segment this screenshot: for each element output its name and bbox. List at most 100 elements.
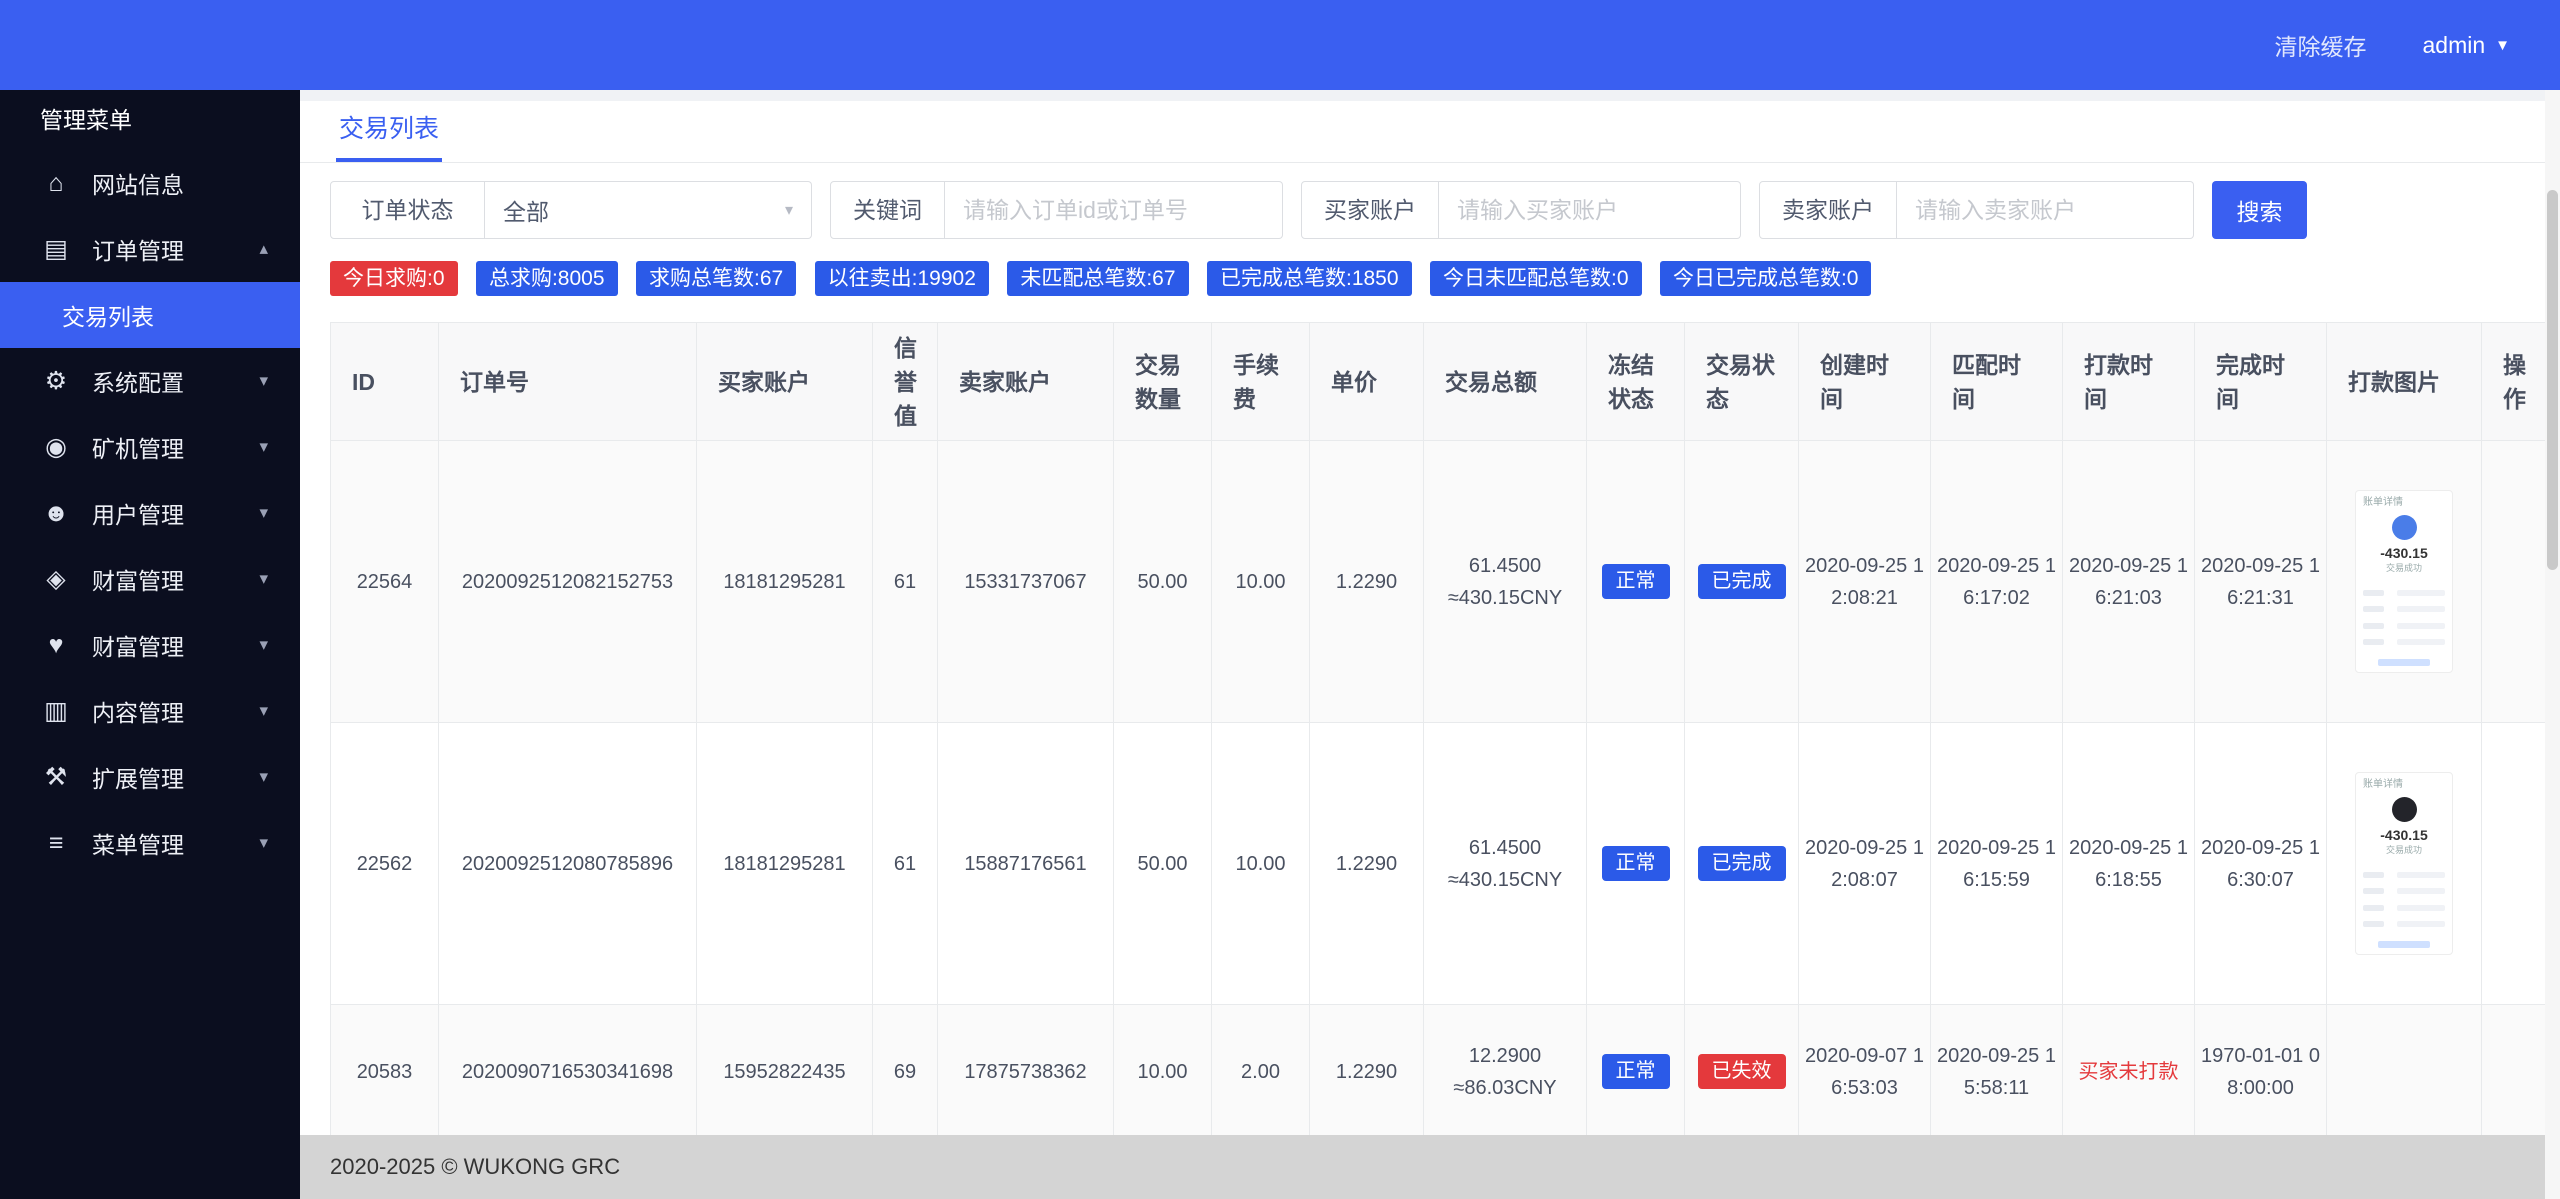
cell-paid: 2020-09-25 16:21:03 <box>2063 441 2195 723</box>
search-button[interactable]: 搜索 <box>2212 181 2307 239</box>
sidebar-item-extension-management[interactable]: ⚒ 扩展管理 ▾ <box>0 744 300 810</box>
chevron-down-icon: ▾ <box>785 200 793 220</box>
cell-qty: 10.00 <box>1114 1005 1212 1136</box>
table-header-row: ID 订单号 买家账户 信誉值 卖家账户 交易数量 手续费 单价 交易总额 冻结… <box>331 323 2547 441</box>
filter-row: 订单状态 全部 ▾ 关键词 买家账户 卖家账户 搜索 <box>300 163 2560 255</box>
receipt-link-line <box>2378 941 2430 948</box>
chevron-down-icon: ▾ <box>259 437 268 457</box>
gear-icon: ⚙ <box>40 366 72 396</box>
payment-receipt-thumbnail[interactable]: 账单详情 -430.15 交易成功 <box>2355 772 2453 955</box>
cell-freeze-status: 正常 <box>1587 441 1685 723</box>
buyer-input[interactable] <box>1439 181 1741 239</box>
sidebar-item-menu-management[interactable]: ≡ 菜单管理 ▾ <box>0 810 300 876</box>
receipt-title: 账单详情 <box>2363 778 2403 792</box>
sidebar-item-miner-management[interactable]: ◉ 矿机管理 ▾ <box>0 414 300 480</box>
tab-transaction-list[interactable]: 交易列表 <box>336 109 442 162</box>
cell-credit: 61 <box>873 441 938 723</box>
sidebar-item-website-info[interactable]: ⌂ 网站信息 <box>0 150 300 216</box>
chevron-down-icon: ▾ <box>259 371 268 391</box>
receipt-detail-lines <box>2363 580 2445 655</box>
cell-total: 12.2900 ≈86.03CNY <box>1424 1005 1587 1136</box>
order-status-value: 全部 <box>503 193 549 227</box>
sidebar-item-order-management[interactable]: ▤ 订单管理 ▴ <box>0 216 300 282</box>
cell-qty: 50.00 <box>1114 441 1212 723</box>
sidebar-item-user-management[interactable]: ☻ 用户管理 ▾ <box>0 480 300 546</box>
keyword-filter: 关键词 <box>830 181 1283 239</box>
status-badge: 已失效 <box>1698 1054 1786 1089</box>
clear-cache-button[interactable]: 清除缓存 <box>2274 28 2366 62</box>
table-row: 22562 2020092512080785896 18181295281 61… <box>331 723 2547 1005</box>
status-badge: 正常 <box>1602 1054 1670 1089</box>
stat-badge: 以往卖出:19902 <box>815 261 989 296</box>
keyword-input[interactable] <box>945 181 1283 239</box>
sidebar-item-transaction-list[interactable]: 交易列表 <box>0 282 300 348</box>
cell-fee: 10.00 <box>1212 723 1310 1005</box>
col-header-fee: 手续费 <box>1212 323 1310 441</box>
col-header-freeze-status: 冻结状态 <box>1587 323 1685 441</box>
seller-input[interactable] <box>1897 181 2194 239</box>
cell-price: 1.2290 <box>1310 1005 1424 1136</box>
user-menu[interactable]: admin ▼ <box>2422 32 2510 59</box>
sidebar-item-wealth-management-1[interactable]: ◈ 财富管理 ▾ <box>0 546 300 612</box>
chevron-down-icon: ▾ <box>259 503 268 523</box>
stat-badge: 今日求购:0 <box>330 261 458 296</box>
sidebar-item-system-config[interactable]: ⚙ 系统配置 ▾ <box>0 348 300 414</box>
chevron-down-icon: ▾ <box>259 833 268 853</box>
stat-badge: 总求购:8005 <box>476 261 618 296</box>
cell-matched: 2020-09-25 16:17:02 <box>1931 441 2063 723</box>
seller-filter: 卖家账户 <box>1759 181 2194 239</box>
cell-seller: 17875738362 <box>938 1005 1114 1136</box>
cell-actions <box>2482 441 2547 723</box>
cell-id: 20583 <box>331 1005 439 1136</box>
sidebar-item-wealth-management-2[interactable]: ♥ 财富管理 ▾ <box>0 612 300 678</box>
cell-buyer: 18181295281 <box>697 723 873 1005</box>
cell-credit: 61 <box>873 723 938 1005</box>
wrench-icon: ⚒ <box>40 762 72 792</box>
cell-buyer: 18181295281 <box>697 441 873 723</box>
content-card: 交易列表 订单状态 全部 ▾ 关键词 买家账户 卖家账户 <box>300 101 2560 1135</box>
miner-icon: ◉ <box>40 432 72 462</box>
header-gap <box>300 90 2560 101</box>
cell-paid: 2020-09-25 16:18:55 <box>2063 723 2195 1005</box>
col-header-actions: 操作 <box>2482 323 2547 441</box>
col-header-trade-status: 交易状态 <box>1685 323 1799 441</box>
col-header-finished: 完成时间 <box>2195 323 2327 441</box>
topbar: 清除缓存 admin ▼ <box>0 0 2560 90</box>
col-header-id: ID <box>331 323 439 441</box>
stat-badge: 今日未匹配总笔数:0 <box>1430 261 1642 296</box>
receipt-amount: -430.15 <box>2380 826 2427 844</box>
status-badge: 正常 <box>1602 846 1670 881</box>
receipt-status: 交易成功 <box>2386 844 2422 857</box>
col-header-buyer: 买家账户 <box>697 323 873 441</box>
col-header-total: 交易总额 <box>1424 323 1587 441</box>
status-badge: 已完成 <box>1698 564 1786 599</box>
cell-total: 61.4500 ≈430.15CNY <box>1424 441 1587 723</box>
orders-icon: ▤ <box>40 234 72 264</box>
chevron-up-icon: ▴ <box>259 239 268 259</box>
cell-seller: 15887176561 <box>938 723 1114 1005</box>
cell-qty: 50.00 <box>1114 723 1212 1005</box>
buyer-filter: 买家账户 <box>1301 181 1741 239</box>
cell-actions <box>2482 1005 2547 1136</box>
sidebar: 管理菜单 ⌂ 网站信息 ▤ 订单管理 ▴ 交易列表 ⚙ 系统配置 ▾ ◉ 矿机管… <box>0 90 300 1199</box>
stat-badge: 今日已完成总笔数:0 <box>1660 261 1872 296</box>
payment-receipt-thumbnail[interactable]: 账单详情 -430.15 交易成功 <box>2355 490 2453 673</box>
cell-total: 61.4500 ≈430.15CNY <box>1424 723 1587 1005</box>
heart-icon: ♥ <box>40 631 72 660</box>
tabs-row: 交易列表 <box>300 101 2560 163</box>
receipt-status: 交易成功 <box>2386 562 2422 575</box>
scrollbar-track[interactable] <box>2545 90 2560 1199</box>
scrollbar-thumb[interactable] <box>2547 190 2558 570</box>
chevron-down-icon: ▾ <box>259 701 268 721</box>
order-status-select[interactable]: 全部 ▾ <box>485 181 812 239</box>
cell-freeze-status: 正常 <box>1587 723 1685 1005</box>
sidebar-item-content-management[interactable]: ▥ 内容管理 ▾ <box>0 678 300 744</box>
seller-label: 卖家账户 <box>1759 181 1897 239</box>
order-status-label: 订单状态 <box>330 181 485 239</box>
transactions-table: ID 订单号 买家账户 信誉值 卖家账户 交易数量 手续费 单价 交易总额 冻结… <box>330 322 2547 1135</box>
status-badge: 已完成 <box>1698 846 1786 881</box>
col-header-order-no: 订单号 <box>439 323 697 441</box>
cell-id: 22562 <box>331 723 439 1005</box>
col-header-paid: 打款时间 <box>2063 323 2195 441</box>
cell-created: 2020-09-25 12:08:21 <box>1799 441 1931 723</box>
